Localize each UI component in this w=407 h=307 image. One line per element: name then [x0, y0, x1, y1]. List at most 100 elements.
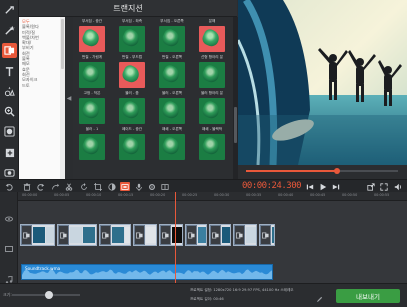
filters-icon[interactable] [2, 124, 17, 139]
timecode-main: 00:00: [242, 181, 272, 191]
transitions-icon[interactable] [2, 43, 17, 58]
edit-settings-icon[interactable] [316, 288, 323, 307]
playhead[interactable] [175, 192, 176, 284]
transition-marker[interactable] [210, 225, 221, 245]
split-view-icon[interactable] [160, 182, 170, 191]
next-frame-icon[interactable] [331, 182, 341, 191]
export-button[interactable]: 내보내기 [336, 289, 400, 303]
transitions-gallery: 부서짐 - 중간 부서짐 - 좌측 부서짐 - 오른쪽 분해 번질 - 가림게 번질 - … [73, 17, 233, 179]
undo-icon[interactable] [4, 182, 14, 191]
redo-icon[interactable] [36, 182, 46, 191]
left-toolbar [0, 0, 19, 180]
transition-label: 부서짐 - 중간 [81, 19, 103, 23]
transition-marker[interactable] [58, 225, 69, 245]
video-clip[interactable] [209, 224, 231, 246]
transition-thumbnail[interactable] [159, 26, 185, 52]
timeline-ruler[interactable]: 00:00:00 00:00:05 00:00:10 00:00:15 00:00:20… [18, 192, 407, 201]
previous-frame-icon[interactable] [305, 182, 315, 191]
transition-marker[interactable] [234, 225, 245, 245]
transition-icon [262, 232, 269, 238]
progress-handle[interactable] [334, 168, 341, 174]
video-clip[interactable] [185, 224, 207, 246]
transition-thumbnail[interactable] [119, 26, 145, 52]
track-visibility-icon[interactable] [5, 207, 13, 226]
transition-label: 번질 - 오른쪽 [161, 55, 183, 59]
audio-clip-label: Soundtrack.wma [25, 266, 61, 271]
video-clip[interactable] [57, 224, 97, 246]
fullscreen-icon[interactable] [379, 182, 389, 191]
video-clip[interactable] [259, 224, 275, 246]
audio-clip[interactable]: Soundtrack.wma [21, 264, 273, 280]
volume-icon[interactable] [393, 182, 403, 191]
ruler-tick: 00:00:15 [118, 193, 134, 197]
progress-fill [246, 170, 338, 172]
audio-icon[interactable] [134, 182, 144, 191]
panel-title: 트랜지션 [19, 0, 237, 17]
shapes-icon[interactable] [2, 84, 17, 99]
transition-label: 부서짐 - 좌측 [121, 19, 143, 23]
delete-icon[interactable] [22, 182, 32, 191]
transition-thumbnail[interactable] [119, 62, 145, 88]
ruler-tick: 00:00:50 [342, 193, 358, 197]
ruler-tick: 00:00:35 [246, 193, 262, 197]
status-bar: 크기: 프로젝트 설정: 1280x720 16:9 29.97 FPS, 44… [0, 283, 407, 306]
wand-icon[interactable] [2, 23, 17, 38]
transition-thumbnail[interactable] [199, 26, 225, 52]
transition-marker[interactable] [134, 225, 145, 245]
transition-thumbnail[interactable] [79, 26, 105, 52]
transition-label: 블러 - 오른쪽 [161, 91, 183, 95]
transition-marker[interactable] [100, 225, 111, 245]
rotate-icon[interactable] [79, 182, 89, 191]
record-icon[interactable] [2, 165, 17, 180]
transition-label: 패쇄 - 블랙박 [201, 127, 223, 131]
transition-thumbnail[interactable] [159, 134, 185, 160]
transition-marker[interactable] [260, 225, 271, 245]
transition-thumbnail[interactable] [199, 134, 225, 160]
play-icon[interactable] [318, 182, 328, 191]
transition-label: 블러 항아리 분 [200, 91, 224, 95]
video-clip[interactable] [159, 224, 183, 246]
transition-thumbnail[interactable] [159, 98, 185, 124]
transition-icon [102, 232, 109, 238]
ruler-tick: 00:00:05 [54, 193, 70, 197]
timecode-fraction: 24.300 [271, 181, 302, 191]
video-clip[interactable] [233, 224, 257, 246]
clip-frame [246, 227, 256, 243]
category-item[interactable]: 드토 [22, 83, 62, 88]
control-bar: 00:00:24.300 [0, 179, 407, 192]
cut-icon[interactable] [64, 182, 74, 191]
video-clip[interactable] [133, 224, 157, 246]
chevron-left-icon: ◀ [66, 94, 72, 102]
transition-thumbnail[interactable] [199, 98, 225, 124]
zoom-icon[interactable] [2, 104, 17, 119]
transition-thumbnail[interactable] [199, 62, 225, 88]
zoom-handle[interactable] [45, 291, 54, 299]
video-clip[interactable] [99, 224, 131, 246]
transition-thumbnail[interactable] [79, 98, 105, 124]
color-adjust-icon[interactable] [107, 182, 117, 191]
transition-thumbnail[interactable] [159, 62, 185, 88]
transition-thumbnail[interactable] [119, 134, 145, 160]
transition-thumbnail[interactable] [79, 134, 105, 160]
text-icon[interactable] [2, 64, 17, 79]
redo-arrow-icon[interactable] [50, 182, 60, 191]
clip-properties-icon[interactable] [147, 182, 157, 191]
collapse-panel-button[interactable]: ◀ [65, 17, 73, 179]
import-icon[interactable] [2, 3, 17, 18]
ruler-tick: 00:00:45 [310, 193, 326, 197]
video-clip[interactable] [20, 224, 55, 246]
add-media-icon[interactable] [2, 145, 17, 160]
transition-wizard-icon[interactable] [120, 182, 130, 191]
transition-marker[interactable] [160, 225, 171, 245]
crop-icon[interactable] [93, 182, 103, 191]
clip-frame [172, 227, 182, 243]
preview-progress[interactable] [238, 165, 407, 177]
transition-thumbnail[interactable] [79, 62, 105, 88]
transition-label: 선형 항아리 분 [200, 55, 224, 59]
transition-icon [162, 232, 169, 238]
transition-thumbnail[interactable] [119, 98, 145, 124]
detach-preview-icon[interactable] [366, 182, 376, 191]
transition-marker[interactable] [21, 225, 32, 245]
video-preview[interactable] [238, 0, 407, 165]
transition-marker[interactable] [186, 225, 197, 245]
